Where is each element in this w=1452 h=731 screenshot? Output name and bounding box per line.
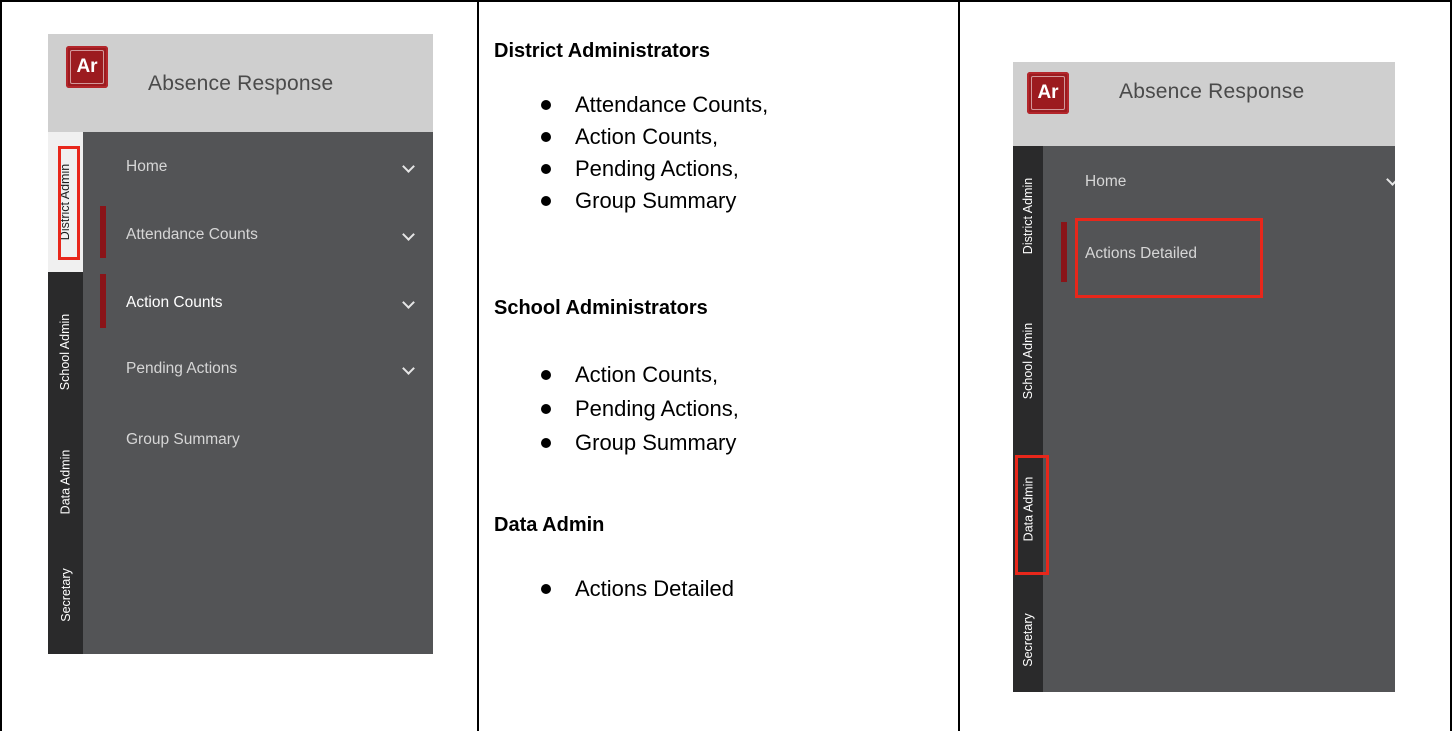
table-column-divider-2 [958,0,960,731]
nav-item-group-summary[interactable]: Group Summary [126,431,240,449]
app-logo-text: Ar [70,50,104,84]
app-logo-text: Ar [1031,76,1065,110]
nav-item-pending-actions[interactable]: Pending Actions [126,360,237,378]
highlight-district-admin [58,146,80,260]
highlight-data-admin [1015,455,1049,575]
list-item-text: Group Summary [575,430,737,455]
highlight-actions-detailed [1075,218,1263,298]
bullet-icon [541,438,551,448]
list-item-text: Action Counts, [575,362,719,387]
role-rail: District Admin School Admin Data Admin S… [1013,146,1043,692]
bullet-icon [541,100,551,110]
list-item: Group Summary [541,188,736,214]
app-header: Ar Absence Response [1013,62,1395,146]
list-item: Attendance Counts, [541,92,768,118]
section-heading-data-admin: Data Admin [494,514,605,536]
table-top-border [0,0,1452,2]
bullet-icon [541,164,551,174]
role-tab-label: Secretary [1021,613,1035,667]
list-item-text: Pending Actions, [575,156,739,181]
role-tab-label: School Admin [1021,322,1035,399]
nav-marker [1061,222,1067,282]
section-heading-school-administrators: School Administrators [494,297,708,319]
role-tab-label: Secretary [58,567,73,622]
table-left-border [0,0,2,731]
bullet-icon [541,370,551,380]
nav-item-home[interactable]: Home [1085,173,1126,191]
section-heading-district-administrators: District Administrators [494,40,710,62]
nav-marker [100,206,106,258]
list-item: Pending Actions, [541,396,739,422]
list-item: Group Summary [541,430,736,456]
role-tab-school-admin[interactable]: School Admin [1013,293,1043,428]
bullet-icon [541,132,551,142]
list-item: Pending Actions, [541,156,739,182]
nav-item-home[interactable]: Home [126,158,167,176]
nav-marker [100,274,106,328]
chevron-down-icon[interactable] [402,296,415,309]
nav-item-action-counts[interactable]: Action Counts [126,294,223,312]
nav-item-attendance-counts[interactable]: Attendance Counts [126,226,258,244]
role-tab-data-admin[interactable]: Data Admin [48,417,83,547]
list-item-text: Group Summary [575,188,737,213]
app-title: Absence Response [148,72,334,95]
bullet-icon [541,196,551,206]
list-item-text: Pending Actions, [575,396,739,421]
chevron-down-icon[interactable] [402,228,415,241]
list-item: Action Counts, [541,124,718,150]
app-logo: Ar [66,46,108,88]
table-column-divider-1 [477,0,479,731]
chevron-down-icon[interactable] [1386,173,1395,186]
app-title: Absence Response [1119,80,1305,103]
list-item-text: Actions Detailed [575,576,734,601]
bullet-icon [541,404,551,414]
chevron-down-icon[interactable] [402,362,415,375]
app-logo: Ar [1027,72,1069,114]
right-app-screenshot: Ar Absence Response District Admin Schoo… [1013,62,1395,692]
bullet-icon [541,584,551,594]
role-tab-label: District Admin [1021,177,1035,255]
role-tab-secretary[interactable]: Secretary [48,547,83,642]
role-tab-label: School Admin [58,313,73,390]
list-item: Action Counts, [541,362,718,388]
list-item: Actions Detailed [541,576,734,602]
role-tab-secretary[interactable]: Secretary [1013,586,1043,692]
role-tab-school-admin[interactable]: School Admin [48,284,83,419]
list-item-text: Action Counts, [575,124,719,149]
list-item-text: Attendance Counts, [575,92,769,117]
app-header: Ar Absence Response [48,34,433,132]
chevron-down-icon[interactable] [402,160,415,173]
role-tab-district-admin[interactable]: District Admin [1013,146,1043,286]
left-app-screenshot: Ar Absence Response District Admin Schoo… [48,34,433,654]
role-tab-label: Data Admin [58,449,73,515]
